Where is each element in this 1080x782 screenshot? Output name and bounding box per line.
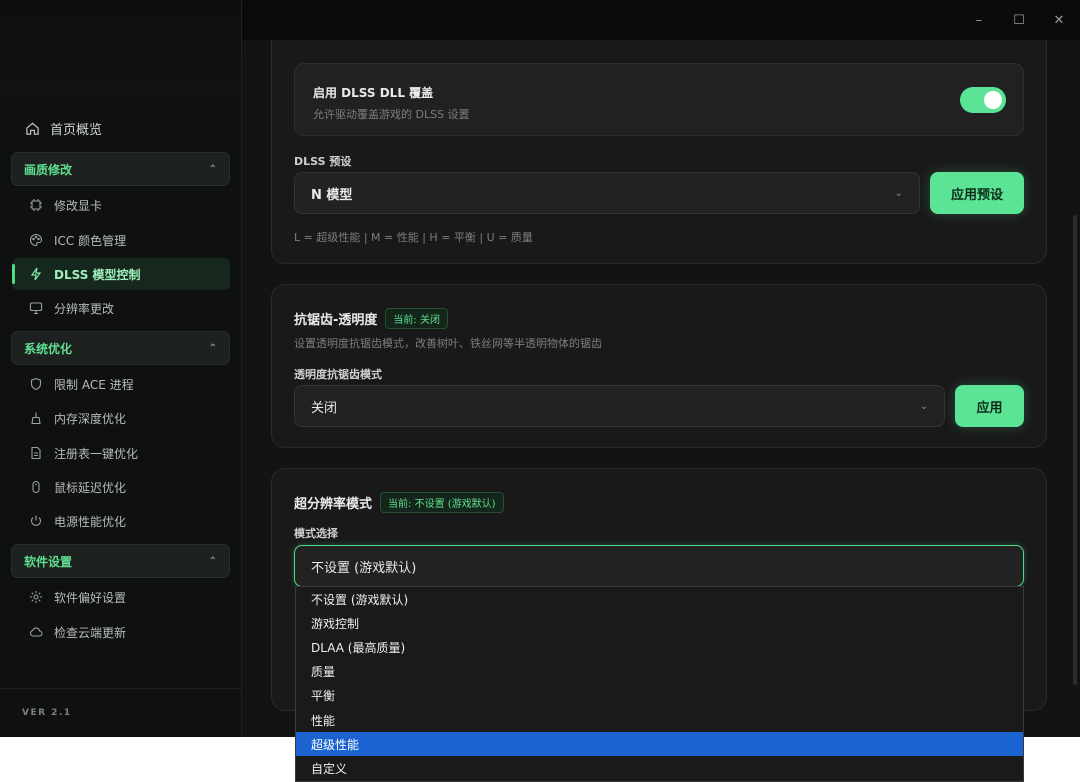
- palette-icon: [29, 233, 43, 247]
- dropdown-option[interactable]: 不设置 (游戏默认): [296, 587, 1023, 611]
- preset-select[interactable]: N 模型 ⌄: [294, 172, 920, 214]
- sidebar-item-power[interactable]: 电源性能优化: [12, 505, 230, 537]
- sidebar-brand-area: [0, 0, 241, 95]
- sidebar-item-memory[interactable]: 内存深度优化: [12, 402, 230, 434]
- scrollbar[interactable]: [1073, 215, 1077, 685]
- dlss-card: 启用 DLSS DLL 覆盖 允许驱动覆盖游戏的 DLSS 设置 DLSS 预设…: [271, 40, 1047, 264]
- sr-mode-select[interactable]: 不设置 (游戏默认): [294, 545, 1024, 587]
- monitor-icon: [29, 301, 43, 315]
- dropdown-option[interactable]: 游戏控制: [296, 611, 1023, 635]
- sidebar-item-icc[interactable]: ICC 颜色管理: [12, 224, 230, 256]
- broom-icon: [29, 411, 43, 425]
- chevron-down-icon: ⌄: [894, 187, 903, 199]
- sidebar-item-dlss[interactable]: DLSS 模型控制: [12, 258, 230, 290]
- preset-label: DLSS 预设: [294, 155, 352, 168]
- group-header-settings[interactable]: 软件设置 ⌃: [11, 544, 230, 578]
- sidebar-item-home[interactable]: 首页概览: [12, 113, 230, 143]
- sr-mode-value: 不设置 (游戏默认): [311, 560, 417, 576]
- close-button[interactable]: ✕: [1049, 10, 1069, 30]
- chevron-up-icon: ⌃: [208, 555, 217, 567]
- sidebar-item-label: 限制 ACE 进程: [54, 377, 134, 392]
- sidebar-item-gpu[interactable]: 修改显卡: [12, 189, 230, 221]
- chevron-up-icon: ⌃: [208, 342, 217, 354]
- dll-override-panel: 启用 DLSS DLL 覆盖 允许驱动覆盖游戏的 DLSS 设置: [294, 63, 1024, 136]
- sidebar-item-label: 分辨率更改: [54, 301, 115, 316]
- sidebar-item-registry[interactable]: 注册表一键优化: [12, 437, 230, 469]
- title-bar: – ☐ ✕: [242, 0, 1080, 40]
- chip-icon: [29, 198, 43, 212]
- sr-title-text: 超分辨率模式: [294, 497, 373, 512]
- aa-card-description: 设置透明度抗锯齿模式，改善树叶、铁丝网等半透明物体的锯齿: [294, 337, 602, 350]
- sr-mode-dropdown-list: 不设置 (游戏默认) 游戏控制 DLAA (最高质量) 质量 平衡 性能 超级性…: [295, 586, 1024, 782]
- minimize-button[interactable]: –: [969, 10, 989, 30]
- toggle-description: 允许驱动覆盖游戏的 DLSS 设置: [313, 108, 470, 121]
- power-icon: [29, 514, 43, 528]
- sidebar-item-mouse[interactable]: 鼠标延迟优化: [12, 471, 230, 503]
- sidebar-item-label: DLSS 模型控制: [54, 267, 141, 282]
- aa-card-title: 抗锯齿-透明度 当前: 关闭: [294, 308, 448, 329]
- version-label: VER 2.1: [22, 708, 72, 718]
- toggle-knob: [984, 91, 1002, 109]
- chevron-down-icon: ⌄: [919, 400, 928, 412]
- preset-value: N 模型: [311, 187, 353, 203]
- chevron-up-icon: ⌃: [208, 163, 217, 175]
- sidebar-item-update[interactable]: 检查云端更新: [12, 616, 230, 648]
- lightning-icon: [29, 267, 43, 281]
- dropdown-option[interactable]: 性能: [296, 708, 1023, 732]
- sidebar-item-preferences[interactable]: 软件偏好设置: [12, 581, 230, 613]
- sidebar-item-label: 内存深度优化: [54, 411, 127, 426]
- sidebar-item-label: ICC 颜色管理: [54, 233, 127, 248]
- sidebar-divider: [0, 688, 242, 689]
- mouse-icon: [29, 480, 43, 494]
- sidebar-item-label: 电源性能优化: [54, 514, 127, 529]
- cloud-icon: [29, 625, 43, 639]
- shield-icon: [29, 377, 43, 391]
- sr-card-title: 超分辨率模式 当前: 不设置 (游戏默认): [294, 492, 504, 513]
- aa-transparency-card: 抗锯齿-透明度 当前: 关闭 设置透明度抗锯齿模式，改善树叶、铁丝网等半透明物体…: [271, 284, 1047, 448]
- dropdown-option[interactable]: DLAA (最高质量): [296, 635, 1023, 659]
- group-label: 画质修改: [24, 162, 73, 177]
- aa-mode-select[interactable]: 关闭 ⌄: [294, 385, 945, 427]
- dll-override-toggle[interactable]: [960, 87, 1006, 113]
- aa-mode-value: 关闭: [311, 400, 338, 416]
- sidebar-item-label: 软件偏好设置: [54, 590, 127, 605]
- group-header-system[interactable]: 系统优化 ⌃: [11, 331, 230, 365]
- apply-aa-button[interactable]: 应用: [955, 385, 1024, 427]
- aa-title-text: 抗锯齿-透明度: [294, 313, 378, 328]
- dropdown-option[interactable]: 质量: [296, 660, 1023, 684]
- sidebar-item-ace[interactable]: 限制 ACE 进程: [12, 368, 230, 400]
- sidebar-item-label: 鼠标延迟优化: [54, 480, 127, 495]
- maximize-button[interactable]: ☐: [1009, 10, 1029, 30]
- aa-mode-label: 透明度抗锯齿模式: [294, 368, 382, 381]
- apply-preset-button[interactable]: 应用预设: [930, 172, 1024, 214]
- preset-legend: L = 超级性能 | M = 性能 | H = 平衡 | U = 质量: [294, 231, 533, 244]
- dropdown-option[interactable]: 平衡: [296, 684, 1023, 708]
- group-label: 软件设置: [24, 554, 73, 569]
- dropdown-option[interactable]: 自定义: [296, 756, 1023, 780]
- group-label: 系统优化: [24, 341, 73, 356]
- sidebar-item-resolution[interactable]: 分辨率更改: [12, 292, 230, 324]
- home-icon: [26, 122, 39, 135]
- sidebar-item-label: 首页概览: [50, 122, 103, 138]
- sidebar-item-label: 注册表一键优化: [54, 446, 139, 461]
- status-badge: 当前: 不设置 (游戏默认): [380, 492, 504, 513]
- sr-mode-label: 模式选择: [294, 527, 338, 540]
- toggle-title: 启用 DLSS DLL 覆盖: [313, 86, 434, 100]
- gear-icon: [29, 590, 43, 604]
- sidebar-item-label: 检查云端更新: [54, 625, 127, 640]
- group-header-quality[interactable]: 画质修改 ⌃: [11, 152, 230, 186]
- document-icon: [29, 446, 43, 460]
- sidebar-item-label: 修改显卡: [54, 198, 103, 213]
- sidebar: 首页概览 画质修改 ⌃ 修改显卡 ICC 颜色管理 DLSS 模型控制 分辨率更…: [0, 0, 242, 737]
- dropdown-option-highlighted[interactable]: 超级性能: [296, 732, 1023, 757]
- status-badge: 当前: 关闭: [385, 308, 448, 329]
